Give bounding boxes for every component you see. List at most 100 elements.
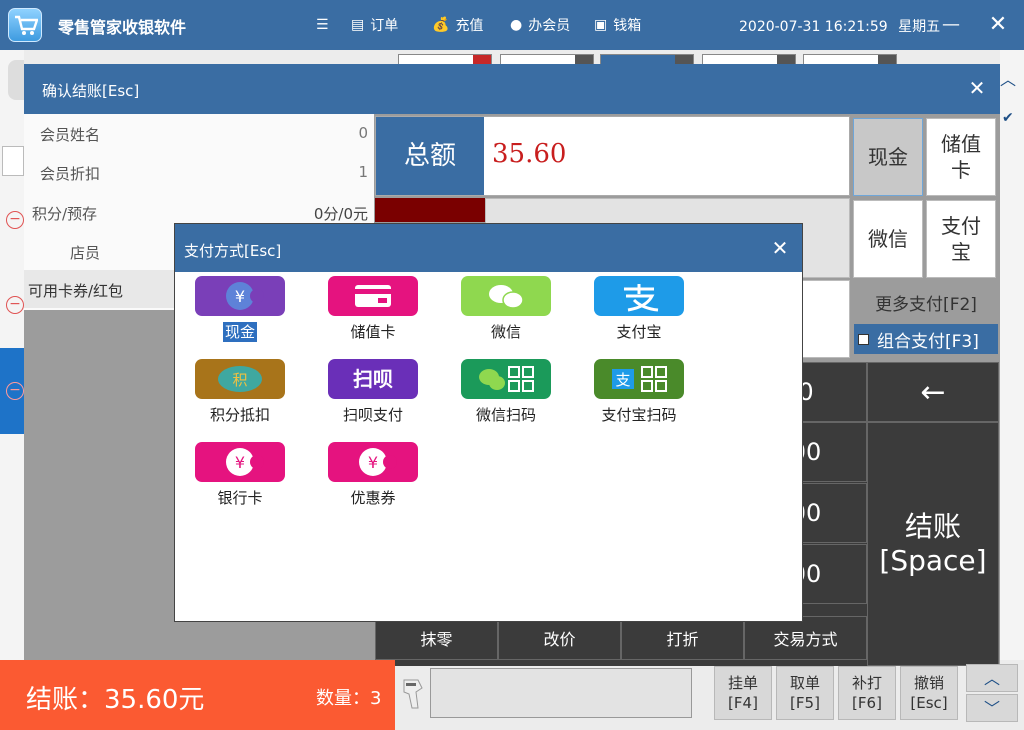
points-icon: 积 [195,359,285,399]
nav-orders[interactable]: ▤ 订单 [351,15,398,35]
remove-item-icon[interactable]: − [6,382,24,400]
side-tab[interactable] [2,146,24,176]
coupon-label: 可用卡券/红包 [28,282,124,300]
pay-method-bank-card[interactable]: ¥ 银行卡 [175,442,285,522]
pay-method-wechat[interactable]: 微信 [441,276,551,356]
svg-text:扫呗: 扫呗 [353,367,393,391]
pay-alipay-button[interactable]: 支付宝 [926,200,996,278]
pay-method-label: 支付宝扫码 [601,406,677,424]
quantity-text: 数量：3 [316,688,382,709]
chevron-down-icon[interactable]: ﹀ [966,694,1018,722]
confirm-dialog-title: 确认结账[Esc] [42,82,140,100]
points-value: 0分/0元 [313,205,368,223]
backspace-icon[interactable]: ← [867,362,999,422]
total-amount-value: 35.60 [492,139,567,169]
pay-alipay-label: 支付宝 [941,214,981,264]
close-icon[interactable]: ✕ [769,236,791,260]
nav-member-label: 办会员 [528,18,571,34]
coupon-icon: ¥ [328,442,418,482]
combo-pay-toggle[interactable]: 组合支付[F3] [854,324,998,354]
wechat-icon [461,276,551,316]
menu-button[interactable]: ☰ [316,15,329,35]
pay-method-alipay-qr[interactable]: 支 支付宝扫码 [574,359,684,439]
more-pay-button[interactable]: 更多支付[F2] [854,290,998,316]
pay-method-points[interactable]: 积 积分抵扣 [175,359,285,439]
member-discount-label: 会员折扣 [40,165,101,183]
reprint-label: 补打 [851,674,882,692]
member-discount-row: 会员折扣 1 [24,153,374,191]
barcode-scanner-icon [400,676,426,712]
pay-method-cash[interactable]: ¥ 现金 [175,276,285,356]
pay-method-saobei[interactable]: 扫呗 扫呗支付 [308,359,418,439]
pay-cash-button[interactable]: 现金 [853,118,923,196]
pay-method-label: 银行卡 [217,489,263,507]
nav-recharge[interactable]: 💰 充值 [432,15,483,35]
pay-method-label: 积分抵扣 [209,406,270,424]
reprint-button[interactable]: 补打 [F6] [838,666,896,720]
change-price-button[interactable]: 改价 [498,616,621,660]
remove-item-icon[interactable]: − [6,211,24,229]
nav-cash-drawer-label: 钱箱 [613,18,642,34]
round-off-button[interactable]: 抹零 [375,616,498,660]
stored-value-card-icon [328,276,418,316]
check-icon: ✔ [1002,110,1014,126]
close-app-button[interactable]: ✕ [986,12,1010,37]
pay-method-coupon[interactable]: ¥ 优惠券 [308,442,418,522]
cart-icon [8,8,42,42]
pay-method-label: 储值卡 [350,323,396,341]
retrieve-order-button[interactable]: 取单 [F5] [776,666,834,720]
chevron-up-icon[interactable]: ︿ [966,664,1018,692]
chevron-up-icon[interactable]: ︿ [1000,66,1016,90]
payment-dialog-header: 支付方式[Esc] ✕ [175,224,802,272]
transaction-mode-button[interactable]: 交易方式 [744,616,867,660]
right-strip [1000,50,1024,660]
member-name-row: 会员姓名 0 [24,114,374,152]
close-icon[interactable]: ✕ [966,76,988,100]
member-discount-value: 1 [358,163,368,181]
pay-method-label: 扫呗支付 [342,406,403,424]
undo-label: 撤销 [913,674,944,692]
app-title: 零售管家收银软件 [58,18,187,37]
payment-dialog-title: 支付方式[Esc] [184,242,282,260]
reprint-shortcut: [F6] [852,694,882,712]
datetime-value: 2020-07-31 16:21:59 [739,19,888,35]
svg-text:¥: ¥ [235,453,245,472]
member-name-value: 0 [358,124,368,142]
hold-order-button[interactable]: 挂单 [F4] [714,666,772,720]
pay-method-label: 微信扫码 [475,406,536,424]
checkout-total-text: 结账：35.60元 [26,685,205,715]
cash-yuan-icon: ¥ [195,276,285,316]
total-amount-label: 总额 [376,117,484,195]
app-titlebar: 零售管家收银软件 ☰ ▤ 订单 💰 充值 ● 办会员 ▣ 钱箱 2020-07-… [0,0,1024,50]
nav-cash-drawer[interactable]: ▣ 钱箱 [594,15,641,35]
nav-recharge-label: 充值 [455,18,484,34]
pay-wechat-button[interactable]: 微信 [853,200,923,278]
pay-method-label: 微信 [490,323,521,341]
hold-order-label: 挂单 [727,674,758,692]
pay-stored-card-button[interactable]: 储值卡 [926,118,996,196]
discount-button[interactable]: 打折 [621,616,744,660]
pay-method-alipay[interactable]: 支付宝 [574,276,684,356]
pay-method-stored-card[interactable]: 储值卡 [308,276,418,356]
minimize-button[interactable]: — [940,14,962,36]
pay-method-wechat-qr[interactable]: 微信扫码 [441,359,551,439]
remove-item-icon[interactable]: − [6,296,24,314]
datetime: 2020-07-31 16:21:59 星期五 [739,16,940,36]
clerk-label: 店员 [70,244,101,262]
retrieve-order-shortcut: [F5] [790,694,820,712]
barcode-input[interactable] [430,668,692,718]
user-icon: ● [510,17,523,33]
avatar [8,60,24,100]
nav-member[interactable]: ● 办会员 [510,15,570,35]
checkout-button[interactable]: 结账 [Space] [867,422,999,666]
svg-text:¥: ¥ [235,287,245,306]
combo-pay-checkbox[interactable] [858,333,869,345]
undo-button[interactable]: 撤销 [Esc] [900,666,958,720]
pay-method-label: 优惠券 [350,489,396,507]
total-amount-box: 总额 35.60 [375,116,850,196]
bank-card-icon: ¥ [195,442,285,482]
alipay-icon [594,276,684,316]
cash-drawer-icon: ▣ [594,17,608,33]
pay-stored-card-label: 储值卡 [941,132,981,182]
pay-method-label: 支付宝 [616,323,662,341]
